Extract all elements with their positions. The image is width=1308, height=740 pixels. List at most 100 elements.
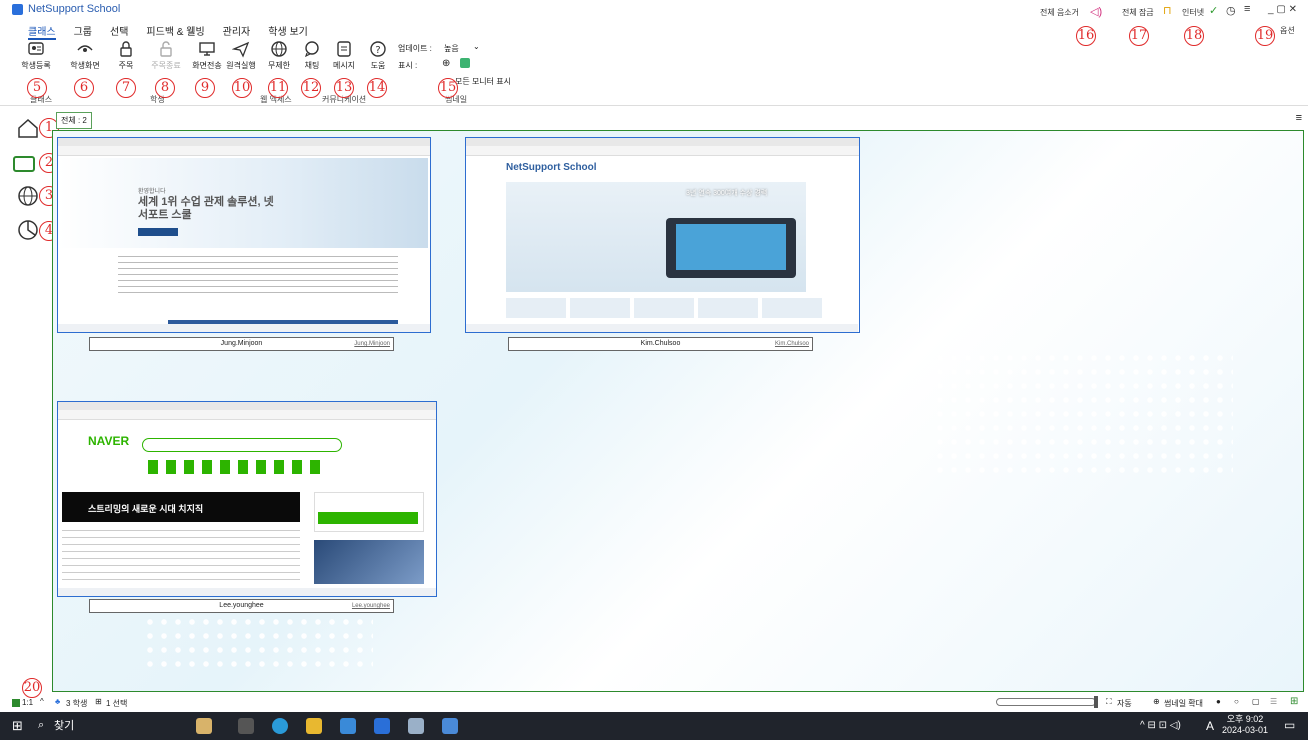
zoom-slider[interactable] xyxy=(996,698,1096,706)
marker-20: 20 xyxy=(22,678,42,698)
marker-15: 15 xyxy=(438,78,458,98)
marker-12: 12 xyxy=(301,78,321,98)
ratio-label[interactable]: 1:1 xyxy=(22,698,33,707)
view-screen-button[interactable]: 학생화면 xyxy=(63,38,107,71)
clock-date: 2024-03-01 xyxy=(1222,725,1269,735)
lock-all-label[interactable]: 전체 잠금 xyxy=(1122,7,1154,18)
user-icon[interactable]: ● xyxy=(1216,697,1221,706)
store-icon[interactable] xyxy=(340,718,356,734)
marker-8: 8 xyxy=(155,78,175,98)
selected-count: 1 선택 xyxy=(106,699,128,708)
zoom-slider-handle[interactable] xyxy=(1094,696,1098,708)
chevron-up-icon[interactable]: ^ xyxy=(40,697,44,706)
notification-icon[interactable]: ▭ xyxy=(1284,718,1295,732)
student-name-label: Lee.younghee Lee.younghee xyxy=(89,599,394,613)
monitor-toggle-icon[interactable] xyxy=(460,58,470,68)
register-label: 학생등록 xyxy=(21,61,51,70)
netsupport-task-icon[interactable] xyxy=(442,718,458,734)
edge-icon[interactable] xyxy=(272,718,288,734)
tray-icons[interactable]: ^ ⊟ ⊡ ◁) xyxy=(1140,720,1181,731)
fit-icon[interactable]: ⛶ xyxy=(1106,697,1112,707)
student-login: Kim.Chulsoo xyxy=(774,341,809,347)
mute-all-label[interactable]: 전체 음소거 xyxy=(1040,7,1079,18)
page-heading: NetSupport School xyxy=(506,162,597,173)
home-icon[interactable] xyxy=(16,116,40,140)
marker-13: 13 xyxy=(334,78,354,98)
page-heading: NAVER xyxy=(88,434,130,448)
marker-19: 19 xyxy=(1255,26,1275,46)
clock-icon[interactable]: ◷ xyxy=(1226,4,1236,17)
list-view-icon[interactable]: ☰ xyxy=(1270,697,1277,706)
zoom-icon[interactable]: ⊕ xyxy=(1153,697,1160,706)
speaker-icon[interactable]: ◁) xyxy=(1090,5,1102,18)
internet-label[interactable]: 인터넷 xyxy=(1182,7,1204,18)
student-name: Kim.Chulsoo xyxy=(640,340,681,347)
search-label[interactable]: 찾기 xyxy=(54,717,74,733)
student-thumbnail[interactable]: 환영합니다 세계 1위 수업 관제 솔루션, 넷서포트 스쿨 xyxy=(57,137,431,333)
eye-icon xyxy=(77,45,93,52)
tab-bar: 전체 : 2 ≡ xyxy=(52,110,1308,129)
student-name: Lee.younghee xyxy=(219,602,264,609)
attention-button[interactable]: 주목 xyxy=(104,38,148,71)
web-globe-icon[interactable] xyxy=(16,184,40,208)
status-bar: 1:1 ^ ♣ 3 학생 ⊞ 1 선택 ⛶ 자동 ⊕ 썸네일 확대 ● ○ ▢ … xyxy=(0,694,1308,712)
globe-icon xyxy=(271,41,287,57)
chat-small-icon[interactable]: ▢ xyxy=(1252,697,1260,706)
title-bar: NetSupport School xyxy=(0,0,1308,20)
attention-label: 주목 xyxy=(118,61,134,70)
chevron-down-icon[interactable]: ⌄ xyxy=(473,42,480,51)
task-view-icon[interactable] xyxy=(238,718,254,734)
student-thumbnail[interactable]: NetSupport School 3년 연속 300여개 수상 경력 xyxy=(465,137,860,333)
pie-chart-icon[interactable] xyxy=(16,218,40,242)
register-icon xyxy=(28,42,44,55)
student-thumbnail[interactable]: NAVER 스트리밍의 새로운 시대 치지직 xyxy=(57,401,437,597)
padlock-icon[interactable]: ⊓ xyxy=(1163,4,1172,17)
update-label: 업데이트 : xyxy=(398,44,432,53)
ribbon: 학생등록 학생화면 주목 주목종료 화면전송 원격실행 무제한 채팅 메시지 ?… xyxy=(0,38,1308,106)
help-label: 도움 xyxy=(370,61,386,70)
marker-9: 9 xyxy=(195,78,215,98)
marker-18: 18 xyxy=(1184,26,1204,46)
marker-6: 6 xyxy=(74,78,94,98)
all-monitors-label[interactable]: 모든 모니터 표시 xyxy=(455,76,511,87)
globe-small-icon[interactable]: ⊕ xyxy=(442,58,450,69)
windows-start-icon[interactable]: ⊞ xyxy=(12,718,23,734)
show-screen-label: 화면전송 xyxy=(192,61,222,70)
check-icon[interactable]: ✓ xyxy=(1209,4,1218,17)
tab-menu-icon[interactable]: ≡ xyxy=(1296,112,1302,124)
explorer-icon[interactable] xyxy=(306,718,322,734)
select-icon: ⊞ xyxy=(95,697,102,706)
search-icon[interactable]: ⌕ xyxy=(38,719,44,732)
language-indicator[interactable]: A xyxy=(1206,719,1214,733)
message-label: 메시지 xyxy=(332,61,356,70)
help-button[interactable]: ? 도움 xyxy=(356,38,400,71)
end-attention-button[interactable]: 주목종료 xyxy=(144,38,188,71)
send-icon xyxy=(232,41,250,58)
thumbnail-zoom-label[interactable]: 썸네일 확대 xyxy=(1164,698,1203,709)
mail-icon[interactable] xyxy=(374,718,390,734)
student-name-label: Kim.Chulsoo Kim.Chulsoo xyxy=(508,337,813,351)
widget-icon[interactable] xyxy=(196,718,212,734)
end-attention-label: 주목종료 xyxy=(151,61,181,70)
student-count: 3 학생 xyxy=(66,699,88,708)
user-outline-icon[interactable]: ○ xyxy=(1234,697,1239,706)
options-label[interactable]: 옵션 xyxy=(1280,25,1295,36)
thumbnail-view-icon[interactable] xyxy=(12,152,36,176)
marker-7: 7 xyxy=(116,78,136,98)
unlock-icon xyxy=(160,41,172,57)
student-login: Jung.Minjoon xyxy=(354,341,390,347)
auto-label[interactable]: 자동 xyxy=(1117,698,1132,709)
tab-all[interactable]: 전체 : 2 xyxy=(56,112,92,129)
student-name-label: Jung.Minjoon Jung.Minjoon xyxy=(89,337,394,351)
lock-icon xyxy=(120,41,132,57)
grid-view-icon[interactable]: ⊞ xyxy=(1290,696,1298,707)
menu-icon[interactable]: ≡ xyxy=(1244,3,1250,15)
clock[interactable]: 오후 9:02 2024-03-01 xyxy=(1222,714,1268,736)
view-mode-icon[interactable] xyxy=(12,699,20,707)
window-controls-icon[interactable]: _ ▢ ✕ xyxy=(1268,4,1297,15)
tool-icon[interactable] xyxy=(408,718,424,734)
update-value[interactable]: 높음 xyxy=(444,43,459,54)
view-screen-label: 학생화면 xyxy=(70,61,100,70)
thumbnail-area: 환영합니다 세계 1위 수업 관제 솔루션, 넷서포트 스쿨 Jung.Minj… xyxy=(52,130,1304,692)
register-button[interactable]: 학생등록 xyxy=(14,38,58,71)
